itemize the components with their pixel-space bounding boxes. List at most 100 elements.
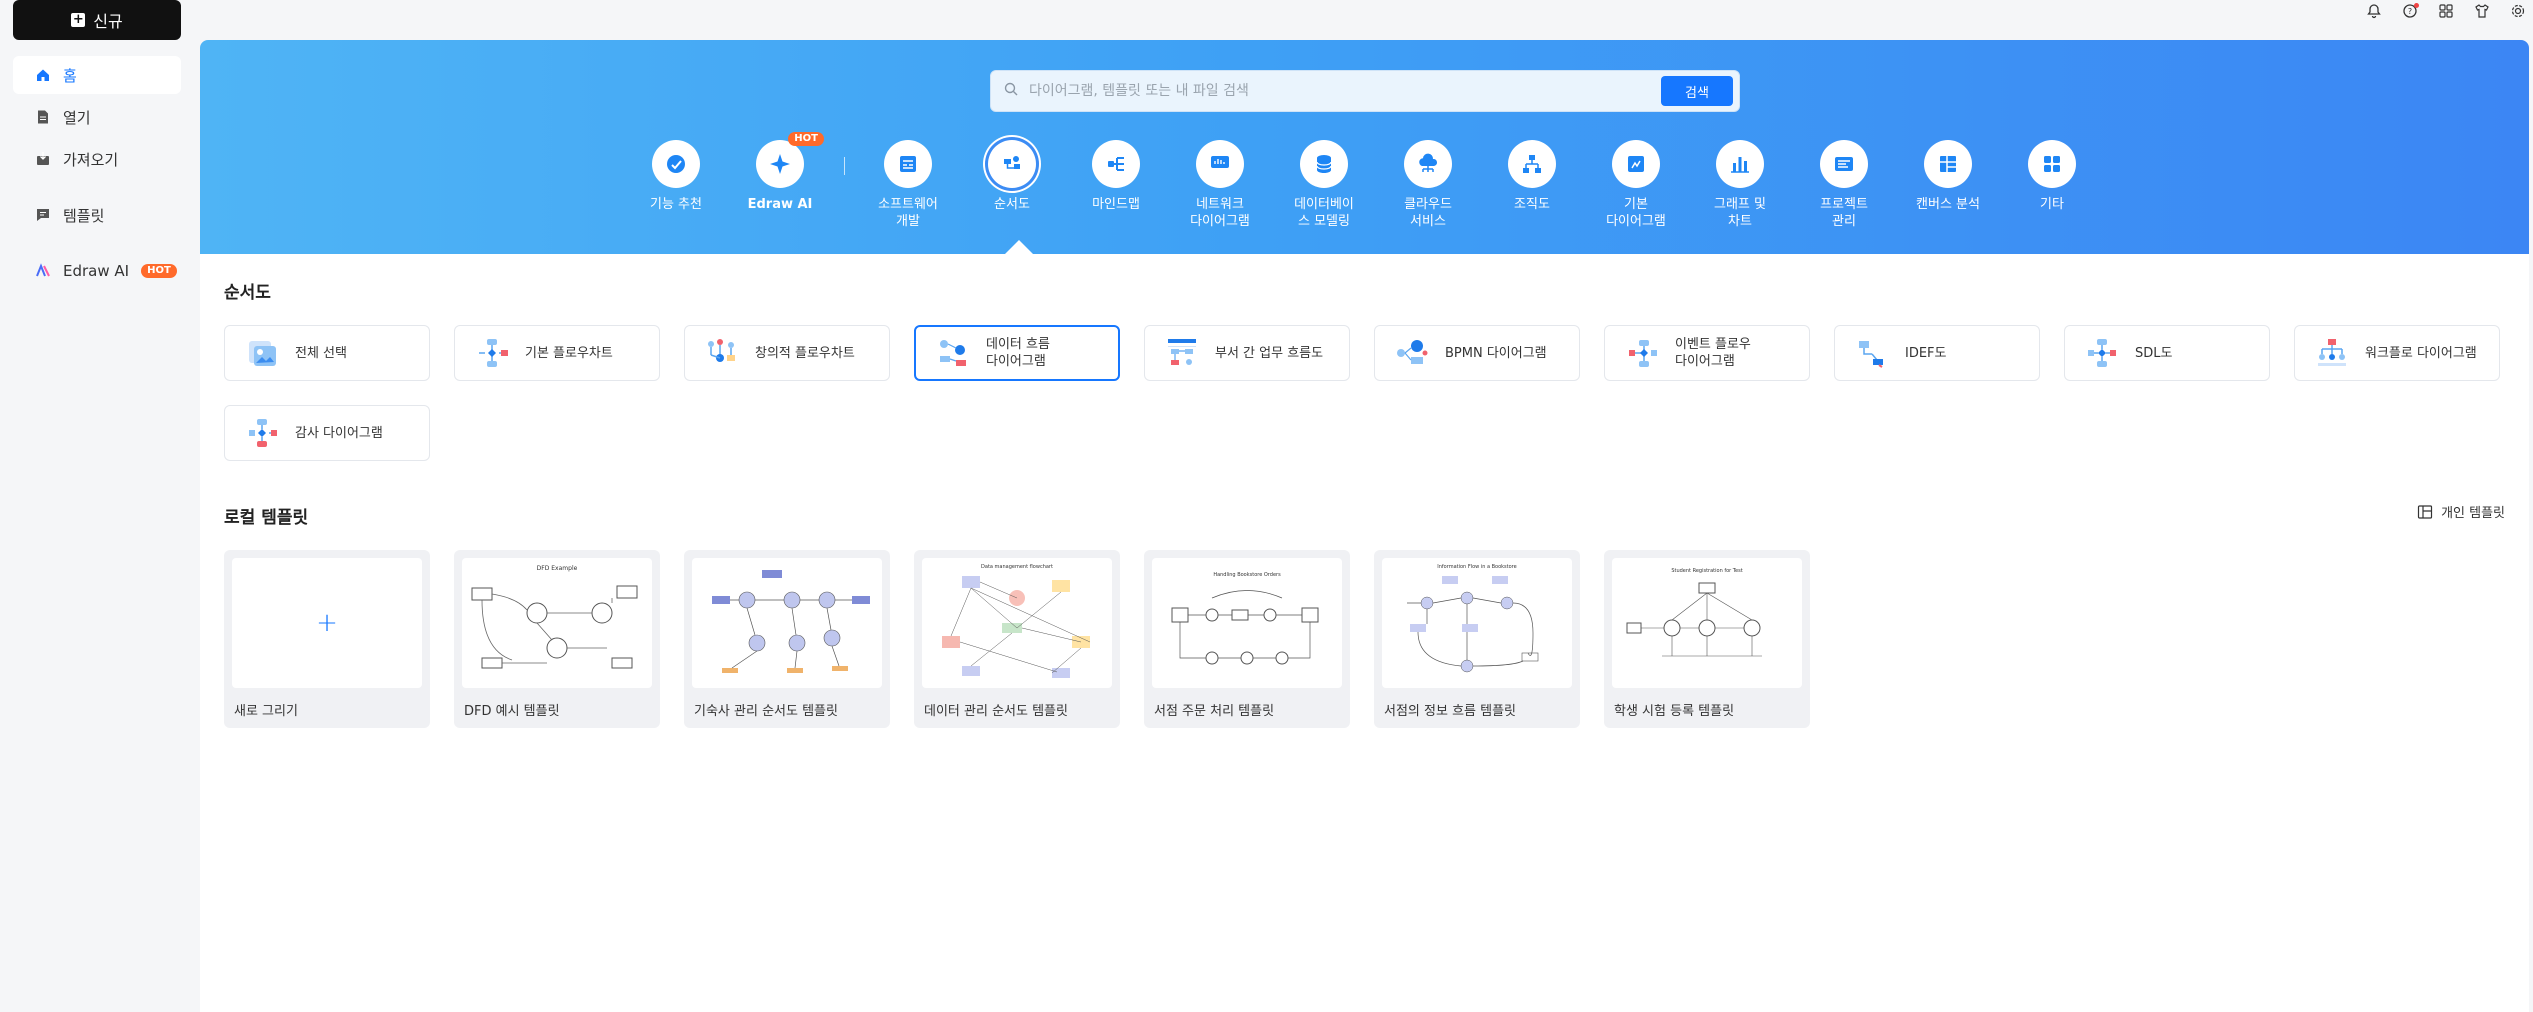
category-database[interactable]: 데이터베이 스 모델링 <box>1274 140 1374 230</box>
template-card[interactable]: 기숙사 관리 순서도 템플릿 <box>684 550 890 728</box>
template-new-drawing[interactable]: + 새로 그리기 <box>224 550 430 728</box>
search-input[interactable] <box>1019 83 1661 99</box>
home-icon <box>35 67 51 83</box>
type-label: 워크플로 다이어그램 <box>2365 345 2477 361</box>
type-label: IDEF도 <box>1905 345 1947 361</box>
category-more[interactable]: 기타 <box>2002 140 2102 213</box>
template-thumbnail <box>692 558 882 688</box>
sidebar-item-edraw-ai[interactable]: Edraw AI HOT <box>13 252 181 290</box>
personal-templates-label: 개인 템플릿 <box>2441 506 2505 521</box>
category-label: 데이터베이 스 모델링 <box>1294 197 1354 229</box>
category-project[interactable]: 프로젝트 관리 <box>1794 140 1894 230</box>
category-chart[interactable]: 그래프 및 차트 <box>1690 140 1790 230</box>
sidebar-item-label: 열기 <box>63 108 91 127</box>
basic-flowchart-icon <box>479 339 508 367</box>
type-event-flow[interactable]: 이벤트 플로우 다이어그램 <box>1604 325 1810 381</box>
template-thumbnail: Handling Bookstore Orders <box>1152 558 1342 688</box>
help-icon[interactable]: ? <box>2401 2 2419 20</box>
audit-icon <box>249 419 277 447</box>
template-name: 새로 그리기 <box>234 704 298 719</box>
template-thumbnail: Student Registration for Test <box>1612 558 1802 688</box>
template-thumbnail: + <box>232 558 422 688</box>
search-button[interactable]: 검색 <box>1661 76 1733 106</box>
personal-templates-button[interactable]: 개인 템플릿 <box>2417 502 2505 521</box>
import-icon <box>35 151 51 167</box>
hot-badge: HOT <box>788 132 824 146</box>
sidebar-item-home[interactable]: 홈 <box>13 56 181 94</box>
svg-text:DFD Example: DFD Example <box>537 565 578 572</box>
sidebar-nav: 홈 열기 가져오기 템플릿 Edraw AI HOT <box>13 56 181 294</box>
type-cross-functional[interactable]: 부서 간 업무 흐름도 <box>1144 325 1350 381</box>
category-label: 기능 추천 <box>650 197 702 212</box>
type-workflow[interactable]: 워크플로 다이어그램 <box>2294 325 2500 381</box>
notification-dot <box>2414 3 2419 8</box>
template-card[interactable]: Student Registration for Test 학생 시험 등록 템… <box>1604 550 1810 728</box>
section-title: 순서도 <box>224 283 271 303</box>
category-recommend[interactable]: 기능 추천 <box>626 140 726 213</box>
search-bar: 검색 <box>990 70 1740 112</box>
sidebar-item-label: 가져오기 <box>63 150 119 169</box>
shirt-theme-icon[interactable] <box>2473 2 2491 20</box>
category-software[interactable]: 소프트웨어 개발 <box>858 140 958 230</box>
type-creative-flowchart[interactable]: 창의적 플로우차트 <box>684 325 890 381</box>
cross-functional-icon <box>1168 339 1196 365</box>
hero-banner: 검색 기능 추천 HOT Edraw AI 소프트웨어 개발 순서도 <box>200 40 2529 254</box>
category-flowchart[interactable]: 순서도 <box>962 140 1062 213</box>
type-idef[interactable]: IDEF도 <box>1834 325 2040 381</box>
template-card[interactable]: Data management flowchart 데이터 관리 순서도 템플릿 <box>914 550 1120 728</box>
plus-icon: + <box>316 608 338 638</box>
category-orgchart[interactable]: 조직도 <box>1482 140 1582 213</box>
category-basic-diagram[interactable]: 기본 다이어그램 <box>1586 140 1686 230</box>
template-thumbnail: Data management flowchart <box>922 558 1112 688</box>
settings-gear-icon[interactable] <box>2509 2 2527 20</box>
category-label: 소프트웨어 개발 <box>878 197 938 229</box>
type-label: 감사 다이어그램 <box>295 425 383 441</box>
category-label: 그래프 및 차트 <box>1714 197 1766 229</box>
type-label: 기본 플로우차트 <box>525 345 613 361</box>
database-icon <box>1300 140 1348 188</box>
category-cloud[interactable]: 클라우드 서비스 <box>1378 140 1478 230</box>
bpmn-icon <box>1397 340 1428 364</box>
type-basic-flowchart[interactable]: 기본 플로우차트 <box>454 325 660 381</box>
template-card[interactable]: DFD Example DFD 예시 템플릿 <box>454 550 660 728</box>
sidebar-item-label: 홈 <box>63 66 77 85</box>
type-label: 전체 선택 <box>295 345 347 361</box>
category-mindmap[interactable]: 마인드맵 <box>1066 140 1166 213</box>
category-canvas[interactable]: 캔버스 분석 <box>1898 140 1998 213</box>
chart-icon <box>1716 140 1764 188</box>
template-card[interactable]: Information Flow in a Bookstore 서점의 정보 흐… <box>1374 550 1580 728</box>
type-audit[interactable]: 감사 다이어그램 <box>224 405 430 461</box>
svg-text:?: ? <box>2408 7 2412 16</box>
category-label: 순서도 <box>994 197 1030 212</box>
main-panel: 검색 기능 추천 HOT Edraw AI 소프트웨어 개발 순서도 <box>200 40 2529 1012</box>
sidebar-item-import[interactable]: 가져오기 <box>13 140 181 178</box>
apps-grid-icon[interactable] <box>2437 2 2455 20</box>
type-label: SDL도 <box>2135 345 2173 361</box>
idef-icon <box>1859 341 1883 368</box>
category-label: 프로젝트 관리 <box>1820 197 1868 229</box>
template-name: DFD 예시 템플릿 <box>464 704 560 719</box>
template-name: 서점의 정보 흐름 템플릿 <box>1384 704 1516 719</box>
category-divider <box>844 157 845 175</box>
type-sdl[interactable]: SDL도 <box>2064 325 2270 381</box>
hot-badge: HOT <box>141 264 177 278</box>
type-bpmn[interactable]: BPMN 다이어그램 <box>1374 325 1580 381</box>
template-card[interactable]: Handling Bookstore Orders 서점 주문 처리 템플릿 <box>1144 550 1350 728</box>
type-label: BPMN 다이어그램 <box>1445 345 1547 361</box>
bell-icon[interactable] <box>2365 2 2383 20</box>
template-name: 학생 시험 등록 템플릿 <box>1614 704 1735 719</box>
ai-sparkle-icon: HOT <box>756 132 824 188</box>
flowchart-icon <box>988 140 1036 188</box>
type-data-flow[interactable]: 데이터 흐름 다이어그램 <box>914 325 1120 381</box>
svg-text:Information Flow in a Bookstor: Information Flow in a Bookstore <box>1437 564 1516 570</box>
sidebar-item-templates[interactable]: 템플릿 <box>13 196 181 234</box>
selected-category-pointer <box>1005 240 1033 254</box>
type-all-select[interactable]: 전체 선택 <box>224 325 430 381</box>
svg-text:Handling Bookstore Orders: Handling Bookstore Orders <box>1213 572 1281 578</box>
sidebar-item-open[interactable]: 열기 <box>13 98 181 136</box>
category-network[interactable]: 네트워크 다이어그램 <box>1170 140 1270 230</box>
project-icon <box>1820 140 1868 188</box>
new-button[interactable]: + 신규 <box>13 0 181 40</box>
panel-layout-icon <box>2417 504 2433 519</box>
category-edraw-ai[interactable]: HOT Edraw AI <box>730 132 830 213</box>
